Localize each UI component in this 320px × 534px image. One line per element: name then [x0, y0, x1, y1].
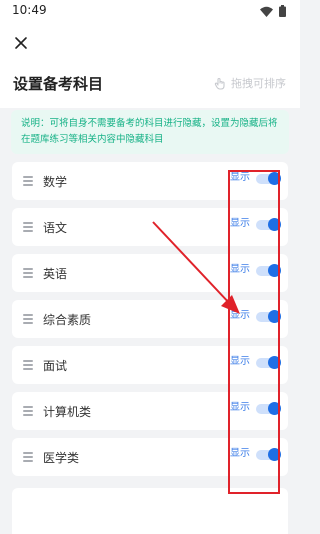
drag-handle-icon[interactable]	[23, 360, 33, 370]
status-time: 10:49	[12, 3, 47, 17]
drag-handle-icon[interactable]	[23, 176, 33, 186]
subject-label: 综合素质	[43, 313, 92, 327]
subject-label: 数学	[43, 175, 68, 189]
header: 设置备考科目 拖拽可排序	[0, 22, 300, 108]
subject-label: 面试	[43, 359, 68, 373]
drag-handle-icon[interactable]	[23, 222, 33, 232]
subject-label: 计算机类	[43, 405, 92, 419]
annotation-highlight-box	[228, 170, 280, 494]
notice-banner: 说明：可将自身不需要备考的科目进行隐藏，设置为隐藏后将在题库练习等相关内容中隐藏…	[11, 110, 289, 154]
notice-text: 说明：可将自身不需要备考的科目进行隐藏，设置为隐藏后将在题库练习等相关内容中隐藏…	[21, 118, 278, 145]
drag-handle-icon[interactable]	[23, 452, 33, 462]
close-icon	[15, 37, 27, 49]
drag-handle-icon[interactable]	[23, 406, 33, 416]
status-icons	[260, 4, 286, 18]
battery-icon	[279, 5, 286, 17]
drag-handle-icon[interactable]	[23, 314, 33, 324]
drag-hand-icon	[214, 77, 225, 90]
drag-sort-label: 拖拽可排序	[231, 77, 286, 90]
subject-label: 医学类	[43, 451, 80, 465]
drag-sort-hint: 拖拽可排序	[214, 75, 286, 91]
wifi-icon	[260, 6, 273, 17]
blank-card	[12, 488, 288, 534]
page-title: 设置备考科目	[13, 75, 104, 93]
subject-label: 语文	[43, 221, 68, 235]
subject-label: 英语	[43, 267, 68, 281]
drag-handle-icon[interactable]	[23, 268, 33, 278]
status-bar: 10:49	[0, 0, 300, 22]
close-button[interactable]	[10, 32, 32, 54]
